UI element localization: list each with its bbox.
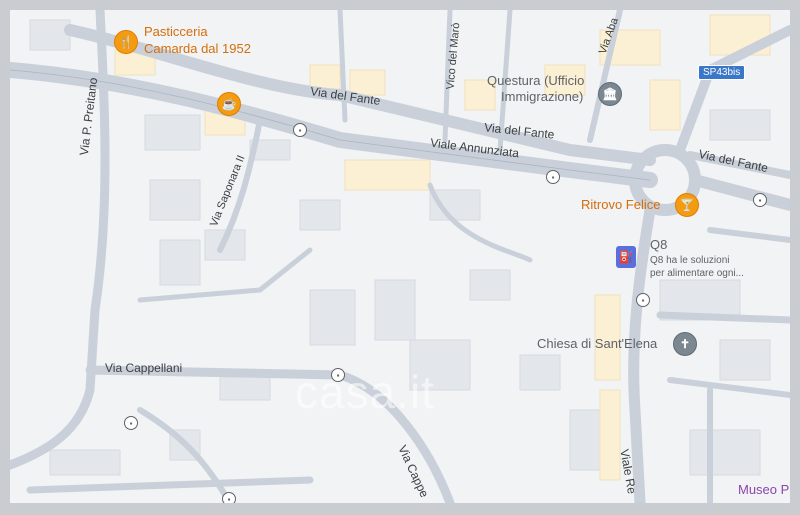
watermark-logo: casa.it	[295, 366, 435, 418]
route-badge: SP43bis	[698, 65, 746, 80]
poi-q8-desc-2: per alimentare ogni...	[650, 268, 744, 279]
bar-icon[interactable]: 🍸	[675, 193, 699, 217]
church-icon[interactable]: ✝	[673, 332, 697, 356]
fuel-icon[interactable]: ⛽	[616, 246, 636, 268]
poi-questura-name-1[interactable]: Questura (Ufficio	[487, 73, 584, 88]
poi-questura-name-2[interactable]: Immigrazione)	[501, 89, 583, 104]
poi-chiesa-name[interactable]: Chiesa di Sant'Elena	[537, 336, 657, 351]
poi-museo-name[interactable]: Museo P	[738, 482, 789, 497]
bus-stop-icon[interactable]: ▪	[124, 416, 138, 430]
poi-ritrovo-name[interactable]: Ritrovo Felice	[581, 197, 660, 212]
road-via-cappellani: Via Cappellani	[105, 361, 183, 375]
bus-stop-icon[interactable]: ▪	[546, 170, 560, 184]
cafe-icon[interactable]: ☕	[217, 92, 241, 116]
poi-q8-desc-1: Q8 ha le soluzioni	[650, 255, 730, 266]
restaurant-icon[interactable]: 🍴	[114, 30, 138, 54]
map-frame: 🍴 Pasticceria Camarda dal 1952 ☕ Questur…	[0, 0, 800, 515]
bus-stop-icon[interactable]: ▪	[636, 293, 650, 307]
bus-stop-icon[interactable]: ▪	[222, 492, 236, 503]
bus-stop-icon[interactable]: ▪	[753, 193, 767, 207]
government-icon[interactable]: 🏛	[598, 82, 622, 106]
poi-pasticceria-name-2[interactable]: Camarda dal 1952	[144, 41, 251, 56]
poi-pasticceria-name-1[interactable]: Pasticceria	[144, 24, 208, 39]
bus-stop-icon[interactable]: ▪	[293, 123, 307, 137]
map-canvas[interactable]: 🍴 Pasticceria Camarda dal 1952 ☕ Questur…	[10, 10, 790, 503]
poi-q8-name[interactable]: Q8	[650, 237, 667, 252]
